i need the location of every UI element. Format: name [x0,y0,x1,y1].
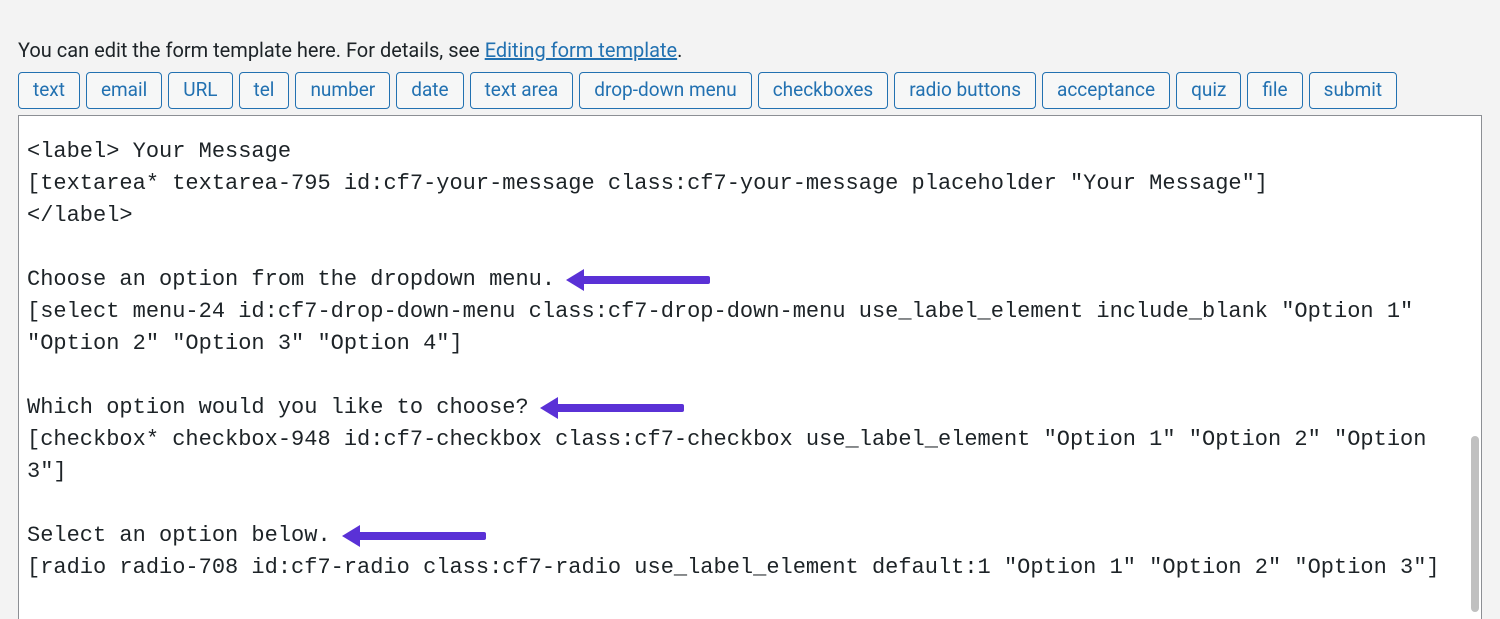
tag-btn-checkboxes[interactable]: checkboxes [758,72,889,109]
tag-btn-submit[interactable]: submit [1309,72,1397,109]
tag-btn-radio-buttons[interactable]: radio buttons [894,72,1036,109]
form-template-editor-wrap: <label> Your Message [textarea* textarea… [18,115,1482,619]
tag-btn-file[interactable]: file [1247,72,1302,109]
form-template-editor[interactable]: <label> Your Message [textarea* textarea… [27,136,1465,584]
tag-btn-email[interactable]: email [86,72,162,109]
tag-btn-url[interactable]: URL [168,72,232,109]
tag-btn-number[interactable]: number [295,72,390,109]
form-tab-panel: You can edit the form template here. For… [0,0,1500,619]
annotation-arrow-icon [554,404,684,412]
tag-btn-quiz[interactable]: quiz [1176,72,1241,109]
tag-btn-tel[interactable]: tel [239,72,290,109]
tag-btn-acceptance[interactable]: acceptance [1042,72,1170,109]
intro-text: You can edit the form template here. For… [18,38,1482,62]
annotation-arrow-icon [356,532,486,540]
annotation-arrow-icon [580,276,710,284]
intro-suffix: . [677,38,682,62]
intro-prefix: You can edit the form template here. For… [18,38,485,62]
tag-btn-text-area[interactable]: text area [470,72,574,109]
scrollbar-thumb[interactable] [1471,436,1479,612]
tag-btn-drop-down-menu[interactable]: drop-down menu [579,72,751,109]
tag-generator-row: text email URL tel number date text area… [18,72,1482,109]
editing-form-template-link[interactable]: Editing form template [485,38,677,62]
tag-btn-text[interactable]: text [18,72,80,109]
tag-btn-date[interactable]: date [396,72,463,109]
